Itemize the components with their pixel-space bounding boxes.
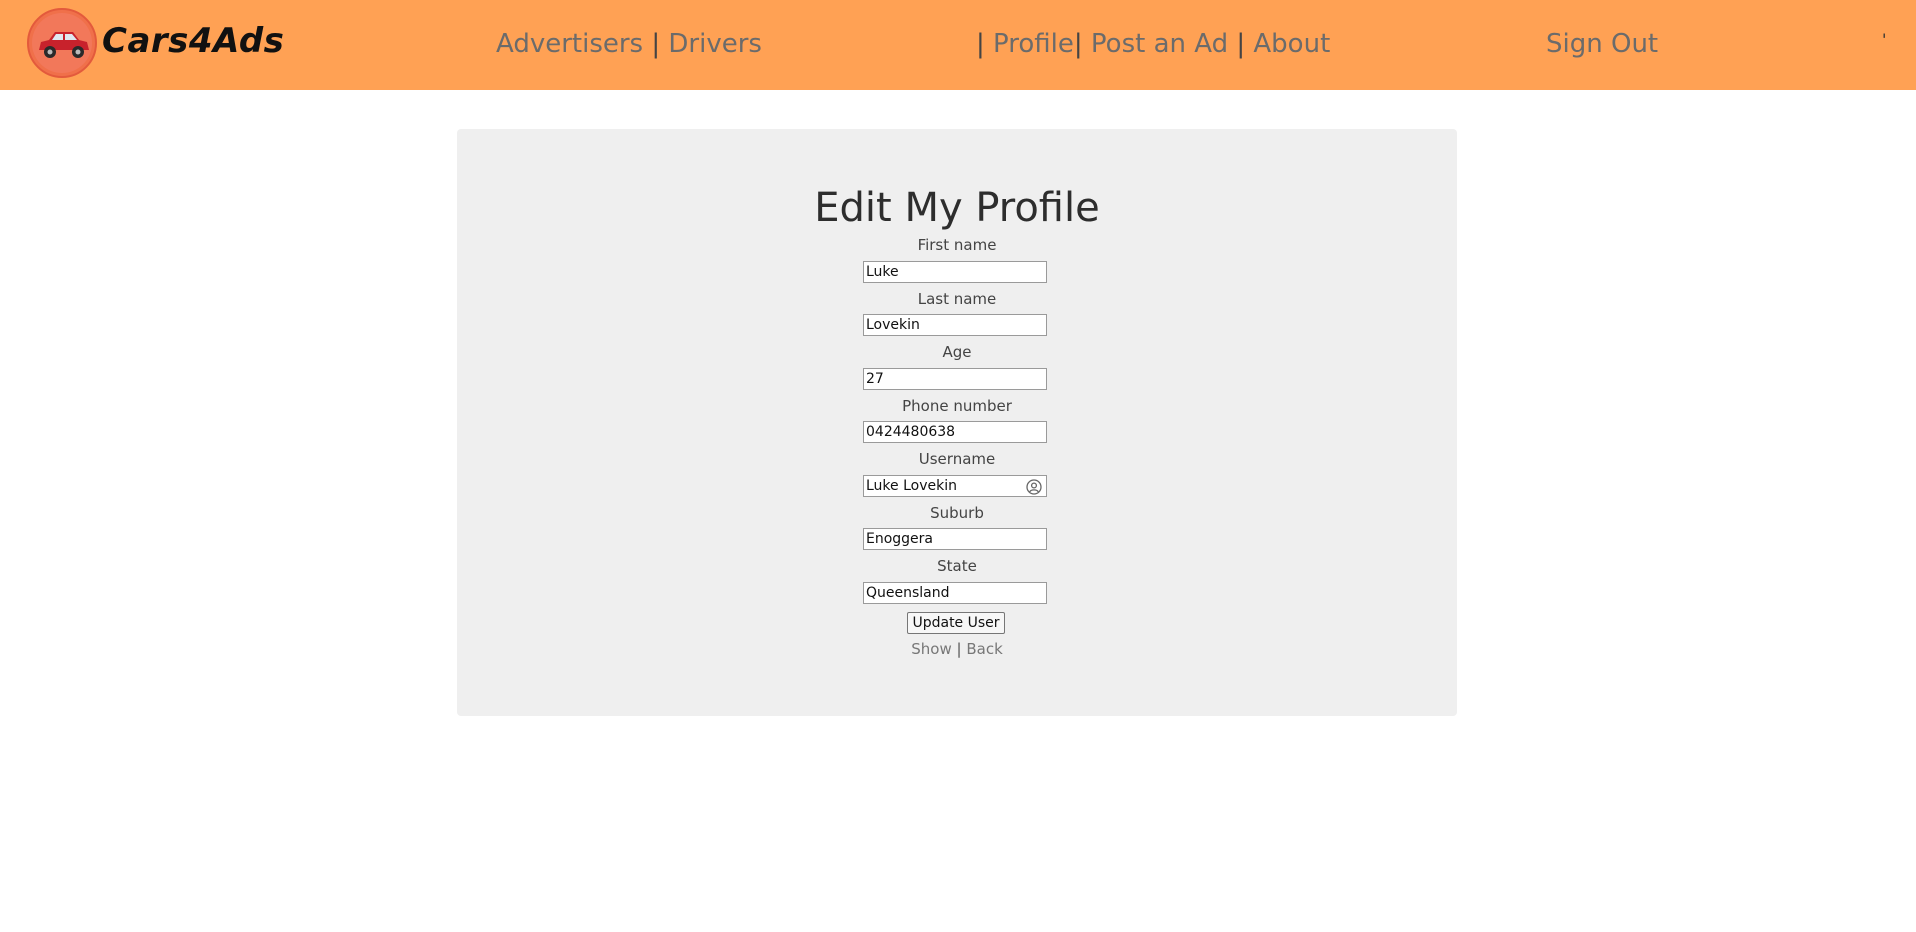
username-field[interactable] [863,475,1047,497]
nav-separator: | [1073,29,1083,59]
form-footer-links: Show | Back [457,640,1457,658]
sign-out-link[interactable]: Sign Out [1546,29,1658,59]
link-separator: | [956,640,962,658]
suburb-label: Suburb [930,504,984,522]
suburb-field[interactable] [863,528,1047,550]
edit-profile-panel: Edit My Profile First name Last name Age… [457,129,1457,716]
last-name-field[interactable] [863,314,1047,336]
first-name-label: First name [917,236,997,254]
nav-link-drivers[interactable]: Drivers [668,29,762,59]
state-field[interactable] [863,582,1047,604]
update-user-button[interactable]: Update User [907,612,1005,634]
navbar: Cars4Ads Advertisers | Drivers | Profile… [0,0,1916,90]
phone-number-field[interactable] [863,421,1047,443]
nav-group-primary: Advertisers | Drivers [496,28,762,60]
nav-separator: | [1236,29,1246,59]
nav-separator: | [976,29,985,59]
first-name-field[interactable] [863,261,1047,283]
age-field[interactable] [863,368,1047,390]
autofill-user-icon[interactable] [1026,479,1042,495]
state-label: State [937,557,977,575]
nav-group-account: | Profile| Post an Ad | About [976,28,1330,60]
stray-mark: ' [1882,30,1887,49]
nav-link-profile[interactable]: Profile [993,29,1074,59]
brand-name[interactable]: Cars4Ads [102,20,284,62]
car-logo-icon[interactable] [27,8,97,78]
nav-link-about[interactable]: About [1253,29,1330,59]
back-link[interactable]: Back [966,640,1002,658]
username-label: Username [918,450,996,468]
show-link[interactable]: Show [911,640,951,658]
nav-separator: | [651,29,661,59]
nav-link-advertisers[interactable]: Advertisers [496,29,643,59]
phone-number-label: Phone number [902,397,1012,415]
page-title: Edit My Profile [814,185,1100,231]
last-name-label: Last name [917,290,997,308]
nav-group-auth: Sign Out [1546,28,1658,60]
nav-link-post-an-ad[interactable]: Post an Ad [1091,29,1228,59]
age-label: Age [942,343,972,361]
